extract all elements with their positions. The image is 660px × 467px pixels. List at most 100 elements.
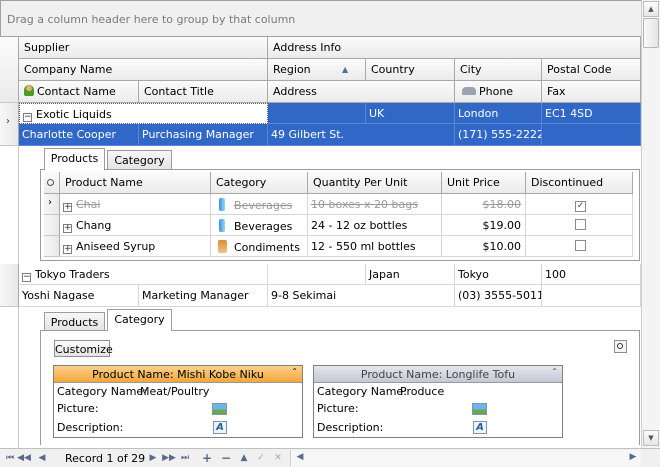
supplier-country-cell[interactable]: UK — [366, 103, 455, 124]
product-quantity-cell[interactable]: 10 boxes x 20 bags — [308, 194, 442, 215]
memo-icon[interactable]: A — [213, 421, 227, 434]
delete-icon[interactable]: − — [219, 451, 233, 465]
row-indicator[interactable] — [0, 264, 19, 307]
supplier-contact-title-cell[interactable]: Purchasing Manager — [139, 124, 268, 146]
product-price-cell[interactable]: $19.00 — [442, 215, 526, 236]
collapse-card-icon[interactable]: ⌃ — [551, 367, 558, 376]
product-price-cell[interactable]: $18.00 — [442, 194, 526, 215]
product-name-cell[interactable]: + Chai — [60, 194, 211, 215]
edit-icon[interactable]: ▲ — [237, 451, 251, 465]
append-icon[interactable]: + — [200, 451, 214, 465]
col-company-name[interactable]: Company Name — [19, 59, 268, 81]
supplier-contact-name-cell[interactable]: Charlotte Cooper — [19, 124, 139, 146]
product-category-cell[interactable]: Condiments — [211, 236, 308, 257]
customize-button[interactable]: Customize — [54, 340, 113, 357]
product-name-cell[interactable]: + Chang — [60, 215, 211, 236]
layout-card[interactable]: Product Name: Mishi Kobe Niku ⌃ Category … — [53, 365, 303, 438]
previous-page-icon[interactable]: ◀◀ — [17, 451, 31, 465]
col-postal-code[interactable]: Postal Code — [542, 59, 641, 81]
supplier-contact-name-cell[interactable]: Yoshi Nagase — [19, 285, 139, 307]
product-row-indicator[interactable] — [44, 215, 60, 236]
col-unit-price[interactable]: Unit Price — [442, 172, 526, 194]
col-country[interactable]: Country — [366, 59, 455, 81]
col-city[interactable]: City — [455, 59, 542, 81]
next-record-icon[interactable]: ▶ — [146, 451, 160, 465]
col-category[interactable]: Category — [211, 172, 308, 194]
tab-products[interactable]: Products — [44, 312, 105, 331]
product-category-cell[interactable]: Beverages — [211, 215, 308, 236]
picture-icon[interactable] — [212, 403, 227, 415]
unchecked-checkbox-icon[interactable] — [575, 240, 586, 251]
scroll-up-button[interactable]: ▲ — [643, 1, 659, 17]
memo-icon[interactable]: A — [473, 421, 487, 434]
expand-icon[interactable]: + — [63, 203, 72, 212]
checked-checkbox-icon[interactable]: ✓ — [575, 201, 586, 212]
col-product-name[interactable]: Product Name — [60, 172, 211, 194]
product-category-cell[interactable]: Beverages — [211, 194, 308, 215]
product-price-cell[interactable]: $10.00 — [442, 236, 526, 257]
supplier-phone-cell[interactable]: (171) 555-2222 — [455, 124, 542, 146]
supplier-company-cell[interactable]: − Tokyo Traders — [19, 264, 268, 285]
product-name-cell[interactable]: + Aniseed Syrup — [60, 236, 211, 257]
col-contact-name[interactable]: Contact Name — [19, 81, 139, 103]
horizontal-scrollbar[interactable]: ◀ ▶ — [290, 450, 641, 466]
end-edit-icon[interactable]: ✓ — [254, 451, 268, 465]
col-fax[interactable]: Fax — [542, 81, 641, 103]
band-supplier[interactable]: Supplier — [19, 37, 268, 59]
supplier-contact-title-cell[interactable]: Marketing Manager — [139, 285, 268, 307]
product-row-indicator[interactable]: › — [44, 194, 60, 215]
col-phone[interactable]: Phone — [455, 81, 542, 103]
product-quantity-cell[interactable]: 24 - 12 oz bottles — [308, 215, 442, 236]
supplier-postal-cell[interactable]: EC1 4SD — [542, 103, 641, 124]
unchecked-checkbox-icon[interactable] — [575, 219, 586, 230]
expand-icon[interactable]: + — [63, 224, 72, 233]
collapse-icon[interactable]: − — [22, 273, 31, 282]
find-column-button[interactable] — [44, 172, 60, 194]
supplier-region-cell[interactable] — [268, 264, 366, 285]
collapse-icon[interactable]: − — [23, 113, 32, 122]
last-page-icon[interactable]: ⏭ — [178, 451, 192, 465]
collapse-card-icon[interactable]: ⌃ — [291, 367, 298, 376]
col-quantity[interactable]: Quantity Per Unit — [308, 172, 442, 194]
scroll-left-icon[interactable]: ◀ — [293, 450, 307, 464]
scroll-right-icon[interactable]: ▶ — [626, 450, 640, 464]
product-discontinued-cell[interactable]: ✓ — [526, 194, 633, 215]
band-address-info[interactable]: Address Info — [268, 37, 641, 59]
scroll-thumb[interactable] — [643, 18, 659, 48]
supplier-postal-cell[interactable]: 100 — [542, 264, 641, 285]
supplier-phone-cell[interactable]: (03) 3555-5011 — [455, 285, 542, 307]
col-discontinued[interactable]: Discontinued — [526, 172, 633, 194]
previous-record-icon[interactable]: ◀ — [35, 451, 49, 465]
find-button[interactable] — [614, 340, 627, 353]
card-header[interactable]: Product Name: Mishi Kobe Niku ⌃ — [54, 366, 302, 383]
layout-card[interactable]: Product Name: Longlife Tofu ⌃ Category Na… — [313, 365, 563, 438]
group-by-panel[interactable]: Drag a column header here to group by th… — [0, 0, 641, 37]
col-contact-title[interactable]: Contact Title — [139, 81, 268, 103]
tab-category[interactable]: Category — [107, 309, 172, 331]
product-discontinued-cell[interactable] — [526, 215, 633, 236]
vertical-scrollbar[interactable]: ▲ ▼ — [641, 0, 660, 448]
supplier-country-cell[interactable]: Japan — [366, 264, 455, 285]
picture-icon[interactable] — [472, 403, 487, 415]
expand-icon[interactable]: + — [63, 245, 72, 254]
cancel-edit-icon[interactable]: ✕ — [271, 451, 285, 465]
tab-products[interactable]: Products — [44, 148, 105, 170]
col-region[interactable]: Region ▲ — [268, 59, 366, 81]
supplier-city-cell[interactable]: London — [455, 103, 542, 124]
card-header[interactable]: Product Name: Longlife Tofu ⌃ — [314, 366, 562, 383]
tab-category[interactable]: Category — [107, 150, 172, 169]
col-address[interactable]: Address — [268, 81, 455, 103]
supplier-address-cell[interactable]: 49 Gilbert St. — [268, 124, 455, 146]
first-page-icon[interactable]: ⏮ — [3, 451, 17, 465]
supplier-city-cell[interactable]: Tokyo — [455, 264, 542, 285]
product-row-indicator[interactable] — [44, 236, 60, 257]
row-indicator-focused[interactable]: › — [0, 103, 19, 146]
supplier-address-cell[interactable]: 9-8 Sekimai — [268, 285, 455, 307]
supplier-fax-cell[interactable] — [542, 285, 641, 307]
supplier-company-cell[interactable]: − Exotic Liquids — [19, 103, 268, 124]
product-discontinued-cell[interactable] — [526, 236, 633, 257]
scroll-down-button[interactable]: ▼ — [643, 430, 659, 446]
product-quantity-cell[interactable]: 12 - 550 ml bottles — [308, 236, 442, 257]
next-page-icon[interactable]: ▶▶ — [162, 451, 176, 465]
supplier-region-cell[interactable] — [268, 103, 366, 124]
